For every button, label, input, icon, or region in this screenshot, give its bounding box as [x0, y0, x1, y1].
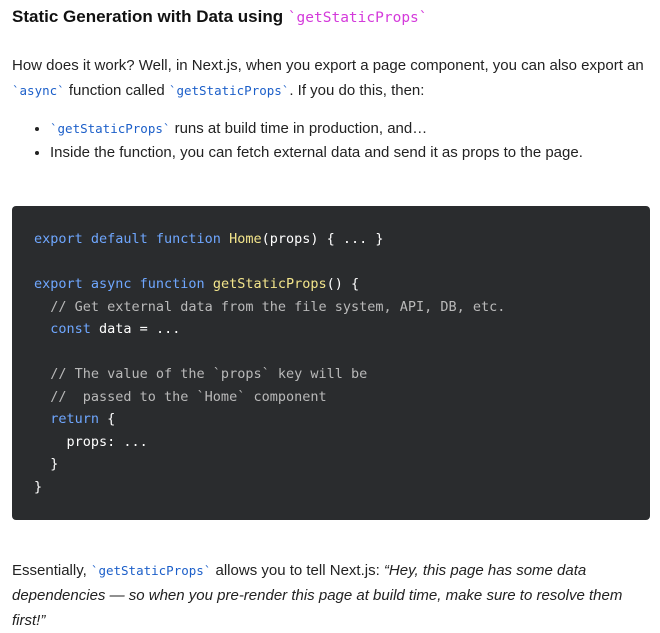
bullet-text: runs at build time in production, and…	[170, 120, 428, 137]
code-token: data = ...	[99, 321, 181, 337]
code-token: // passed to the `Home` component	[34, 388, 327, 405]
list-item: Inside the function, you can fetch exter…	[50, 141, 648, 165]
intro-text-2: function called	[64, 82, 169, 99]
code-line: }	[34, 453, 628, 476]
code-token: export async function	[34, 276, 213, 292]
code-token: () {	[326, 276, 360, 292]
bullet-list: `getStaticProps` runs at build time in p…	[12, 117, 648, 165]
summary-text-1: Essentially,	[12, 562, 91, 579]
code-line: // passed to the `Home` component	[34, 386, 628, 409]
inline-code-getstaticprops: `getStaticProps`	[50, 121, 171, 136]
code-line: // Get external data from the file syste…	[34, 296, 628, 319]
code-token: getStaticProps	[212, 276, 327, 292]
code-line: const data = ...	[34, 318, 628, 341]
code-token: Home	[229, 231, 262, 247]
section-heading: Static Generation with Data using `getSt…	[12, 0, 648, 29]
summary-text-2: allows you to tell Next.js:	[211, 562, 384, 579]
code-token: // The value of the `props` key will be	[34, 366, 368, 382]
code-line: props: ...	[34, 431, 628, 454]
code-line: }	[34, 476, 628, 499]
code-token: }	[34, 478, 43, 495]
list-item: `getStaticProps` runs at build time in p…	[50, 117, 648, 141]
inline-code-getstaticprops: `getStaticProps`	[90, 563, 212, 578]
intro-text-1: How does it work? Well, in Next.js, when…	[12, 57, 644, 74]
intro-text-3: . If you do this, then:	[289, 82, 425, 99]
intro-paragraph: How does it work? Well, in Next.js, when…	[12, 53, 648, 103]
inline-code-getstaticprops: `getStaticProps`	[168, 83, 290, 98]
summary-paragraph: Essentially, `getStaticProps` allows you…	[12, 558, 648, 633]
code-token: export default function	[34, 231, 230, 247]
code-token: props: ...	[34, 433, 148, 450]
code-block[interactable]: export default function Home(props) { ..…	[12, 206, 650, 520]
code-token: (props) { ... }	[261, 231, 384, 247]
code-token: }	[34, 456, 59, 472]
bullet-text: Inside the function, you can fetch exter…	[50, 144, 583, 161]
code-line: // The value of the `props` key will be	[34, 363, 628, 386]
article: Static Generation with Data using `getSt…	[0, 0, 660, 629]
code-line: export default function Home(props) { ..…	[34, 228, 628, 251]
code-token: {	[107, 411, 116, 427]
code-token: // Get external data from the file syste…	[34, 298, 506, 315]
heading-code: `getStaticProps`	[287, 10, 428, 26]
code-line: export async function getStaticProps() {	[34, 273, 628, 296]
code-line: return {	[34, 408, 628, 431]
inline-code-async: `async`	[12, 83, 65, 98]
code-token: return	[50, 411, 108, 427]
heading-text: Static Generation with Data using	[12, 7, 288, 26]
code-token: const	[50, 321, 100, 337]
